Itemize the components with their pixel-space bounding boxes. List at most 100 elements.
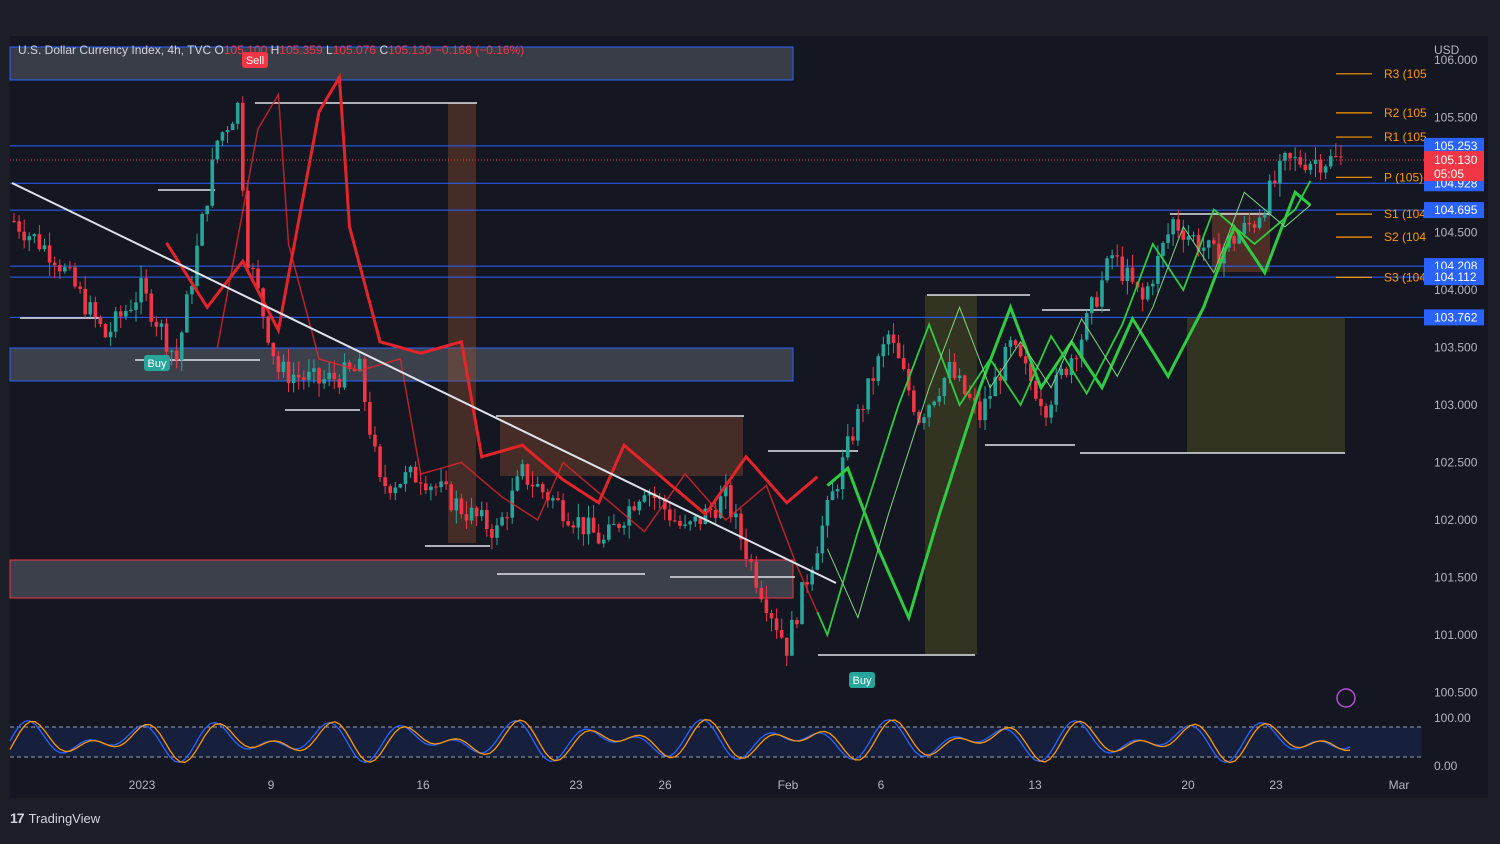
candle-body (317, 368, 321, 384)
candle-body (12, 221, 16, 222)
candle-body (586, 517, 591, 535)
candle-body (673, 520, 677, 522)
demand-zone-red (9, 559, 794, 599)
candle-body (118, 311, 123, 317)
fvg-box (448, 103, 476, 543)
last-price-text: 105.130 (1434, 153, 1478, 167)
candle-body (134, 302, 138, 310)
pivot-label: R1 (105 (1384, 130, 1427, 144)
candle-body (693, 516, 698, 522)
candle-body (449, 484, 454, 511)
candle-body (1130, 267, 1135, 282)
candle-body (790, 619, 794, 656)
candle-body (627, 506, 631, 526)
candle-body (388, 486, 393, 494)
candle-body (235, 102, 240, 124)
candle-body (73, 267, 77, 287)
candle-body (1247, 222, 1252, 225)
candle-body (1145, 286, 1150, 300)
candle-body (144, 278, 148, 294)
candle-body (490, 529, 494, 538)
candle-body (1278, 160, 1282, 184)
candle-body (124, 310, 128, 317)
candle-body (485, 509, 489, 530)
candle-body (957, 375, 962, 379)
candle-body (205, 205, 209, 215)
price-chart[interactable]: R3 (105 R2 (105 R1 (105 P (105) S1 (104 S2 (1… (0, 0, 1500, 844)
candle-body (779, 630, 784, 638)
candle-body (220, 132, 225, 141)
candle-body (225, 130, 230, 133)
candle-body (1328, 156, 1333, 167)
candle-body (820, 525, 825, 554)
candle-body (784, 637, 789, 656)
candle-body (337, 379, 342, 388)
candle-body (713, 510, 718, 518)
brand-label: TradingView (28, 810, 101, 826)
time-tick: 23 (1269, 778, 1283, 792)
candle-body (525, 464, 530, 485)
candle-body (230, 123, 235, 131)
candle-body (464, 514, 469, 521)
candle-body (1313, 159, 1318, 164)
price-tick: 101.500 (1434, 571, 1478, 585)
level-price-text: 103.762 (1434, 310, 1478, 324)
candle-body (922, 417, 926, 424)
candle-body (881, 344, 886, 357)
candle-body (688, 521, 692, 525)
candle-body (1090, 297, 1094, 314)
candle-body (398, 484, 403, 488)
symbol-title: U.S. Dollar Currency Index, 4h, TVC (18, 43, 212, 57)
candle-body (459, 498, 464, 515)
candle-body (1298, 157, 1303, 165)
candle-body (251, 267, 255, 269)
candle-body (1100, 280, 1104, 307)
candle-body (429, 486, 433, 491)
candle-body (215, 140, 220, 160)
candle-body (805, 582, 809, 585)
candle-body (1232, 236, 1236, 244)
candle-body (1267, 180, 1272, 214)
price-axis: USD106.000105.500105.000104.500104.00010… (1424, 43, 1484, 700)
candle-body (78, 286, 82, 289)
candle-body (103, 324, 108, 338)
candle-body (530, 484, 535, 487)
time-tick: 16 (416, 778, 430, 792)
time-tick: 6 (878, 778, 885, 792)
candle-body (866, 378, 870, 410)
candle-body (174, 350, 179, 361)
candle-body (439, 481, 443, 488)
price-tick: 100.500 (1434, 686, 1478, 700)
candle-body (383, 477, 387, 487)
candle-body (917, 411, 921, 424)
candle-body (474, 507, 479, 517)
candle-body (1156, 255, 1160, 284)
candle-body (434, 486, 438, 488)
candle-body (413, 466, 418, 483)
candle-body (561, 500, 565, 522)
level-price-text: 104.695 (1434, 203, 1478, 217)
candle-body (637, 501, 642, 511)
candle-body (1039, 398, 1043, 407)
candle-body (149, 293, 154, 322)
candle-body (185, 294, 189, 333)
candle-body (210, 159, 215, 206)
candle-body (291, 374, 296, 383)
candle-body (1023, 356, 1028, 364)
price-tick: 103.500 (1434, 341, 1478, 355)
tradingview-brand[interactable]: 17 TradingView (10, 810, 100, 826)
candle-body (159, 323, 164, 327)
candle-body (1161, 242, 1165, 256)
tradingview-logo-icon: 17 (10, 810, 25, 826)
level-price-text: 105.253 (1434, 139, 1478, 153)
candle-body (551, 498, 555, 501)
candle-body (469, 507, 474, 521)
candle-body (795, 619, 799, 625)
candle-body (1013, 340, 1018, 346)
candle-body (937, 396, 942, 402)
fvg-box (500, 416, 743, 476)
candle-body (1110, 255, 1114, 259)
candle-body (332, 372, 337, 380)
candle-body (281, 361, 286, 373)
open-value: 105.100 (223, 43, 268, 57)
